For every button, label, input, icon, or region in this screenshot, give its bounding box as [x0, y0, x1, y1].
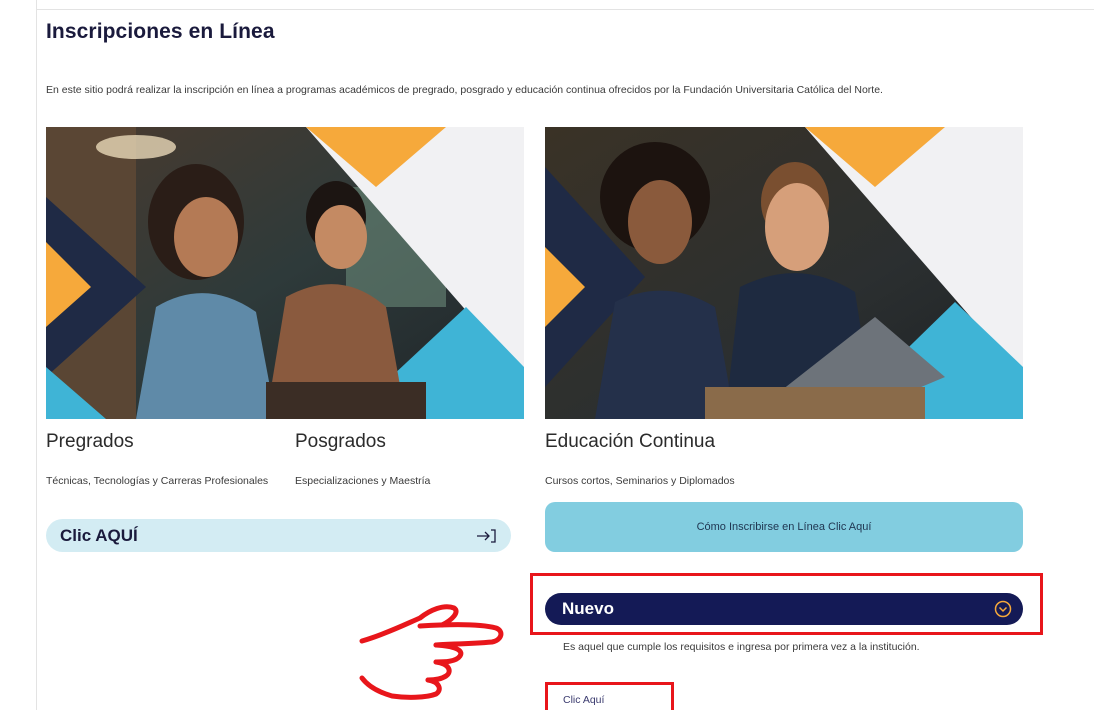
- pregrados-subtitle: Técnicas, Tecnologías y Carreras Profesi…: [46, 475, 269, 487]
- pregrados-title: Pregrados: [46, 431, 134, 452]
- posgrados-title: Posgrados: [295, 431, 386, 452]
- page-title: Inscripciones en Línea: [46, 20, 275, 43]
- pointing-hand-icon: [359, 604, 504, 700]
- educacion-continua-image: [545, 127, 1023, 419]
- nuevo-description: Es aquel que cumple los requisitos e ing…: [563, 641, 920, 653]
- clic-aqui-button[interactable]: Clic AQUÍ: [46, 519, 511, 552]
- intro-text: En este sitio podrá realizar la inscripc…: [46, 84, 883, 96]
- highlight-box-clic-aqui: [545, 682, 674, 710]
- como-inscribirse-button[interactable]: Cómo Inscribirse en Línea Clic Aquí: [545, 502, 1023, 552]
- educacion-continua-title: Educación Continua: [545, 431, 716, 452]
- highlight-box-nuevo: [530, 573, 1043, 635]
- professionals-photo: [545, 127, 1023, 419]
- pregrados-posgrados-image: [46, 127, 524, 419]
- arrow-right-to-bracket-icon: [477, 528, 496, 543]
- educacion-continua-subtitle: Cursos cortos, Seminarios y Diplomados: [545, 475, 735, 487]
- clic-aqui-button-label: Clic AQUÍ: [60, 525, 138, 545]
- frame-left-border: [36, 0, 37, 710]
- posgrados-subtitle: Especializaciones y Maestría: [295, 475, 431, 487]
- students-photo: [46, 127, 524, 419]
- frame-top-border: [36, 9, 1094, 10]
